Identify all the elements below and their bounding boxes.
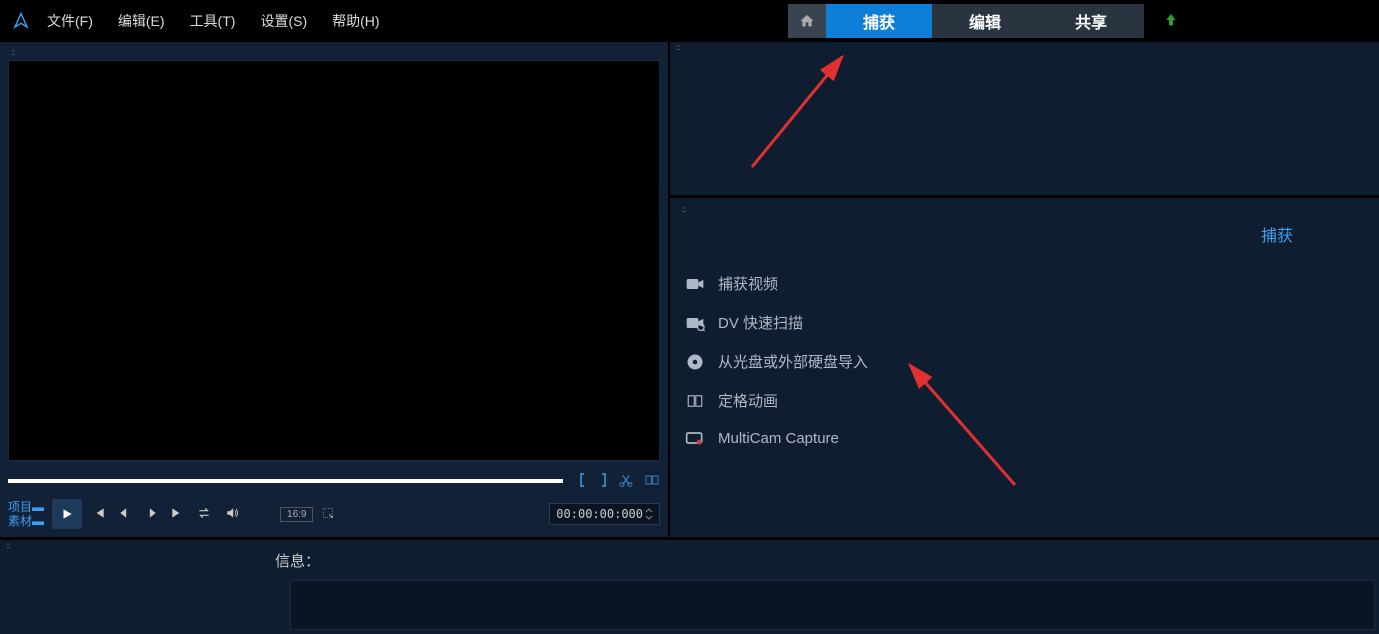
import-disc-option[interactable]: 从光盘或外部硬盘导入 (684, 342, 1373, 381)
stopmotion-icon (684, 392, 706, 410)
stopmotion-option[interactable]: 定格动画 (684, 381, 1373, 420)
tab-share[interactable]: 共享 (1038, 4, 1144, 38)
multicam-icon (684, 429, 706, 447)
home-tab[interactable] (788, 4, 826, 38)
menu-help[interactable]: 帮助(H) (332, 11, 379, 31)
frame-back-button[interactable] (118, 506, 132, 523)
drag-handle-icon[interactable]: :::::::::: (5, 47, 663, 57)
preview-mode-labels[interactable]: 项目▬ 素材▬ (8, 500, 44, 528)
preview-panel: :::::::::: 项目▬ 素材▬ (0, 42, 668, 537)
volume-button[interactable] (224, 506, 240, 523)
drag-handle-icon[interactable]: :::::::::: (670, 42, 1379, 52)
menu-file[interactable]: 文件(F) (47, 11, 93, 31)
dv-quickscan-option[interactable]: DV 快速扫描 (684, 303, 1373, 342)
frame-forward-button[interactable] (144, 506, 158, 523)
spinner-icon (645, 507, 653, 521)
app-logo-icon (10, 10, 32, 32)
info-content-box (290, 580, 1375, 630)
bracket-close-icon[interactable] (598, 472, 608, 491)
info-label: 信息： (275, 540, 1379, 571)
timecode-display[interactable]: 00:00:00:000 (549, 503, 660, 525)
capture-panel: :::::::::: 捕获 捕获视频 DV 快速扫描 (670, 198, 1379, 537)
skip-back-button[interactable] (92, 506, 106, 523)
upload-icon[interactable] (1163, 12, 1179, 31)
play-icon (60, 507, 74, 521)
disc-icon (684, 353, 706, 371)
tab-edit[interactable]: 编辑 (932, 4, 1038, 38)
menu-edit[interactable]: 编辑(E) (118, 11, 165, 31)
multicam-option[interactable]: MultiCam Capture (684, 420, 1373, 456)
timeline-scrubber[interactable] (8, 479, 563, 483)
resize-icon[interactable] (321, 506, 335, 523)
tab-capture[interactable]: 捕获 (826, 4, 932, 38)
capture-video-option[interactable]: 捕获视频 (684, 264, 1373, 303)
play-button[interactable] (52, 499, 82, 529)
skip-forward-button[interactable] (170, 506, 184, 523)
cut-icon[interactable] (618, 472, 634, 491)
menu-settings[interactable]: 设置(S) (260, 11, 307, 31)
video-camera-icon (684, 275, 706, 293)
capture-panel-title: 捕获 (676, 214, 1373, 264)
video-preview (8, 60, 660, 461)
loop-button[interactable] (196, 506, 212, 523)
aspect-ratio-selector[interactable]: 16:9 (280, 507, 313, 522)
dv-scan-icon (684, 314, 706, 332)
drag-handle-icon[interactable]: :::::::::: (676, 204, 1373, 214)
menu-tools[interactable]: 工具(T) (190, 11, 236, 31)
bracket-open-icon[interactable] (578, 472, 588, 491)
split-icon[interactable] (644, 472, 660, 491)
drag-handle-icon[interactable]: :::::::::: (0, 540, 275, 550)
library-panel: :::::::::: (670, 42, 1379, 198)
home-icon (799, 13, 815, 29)
